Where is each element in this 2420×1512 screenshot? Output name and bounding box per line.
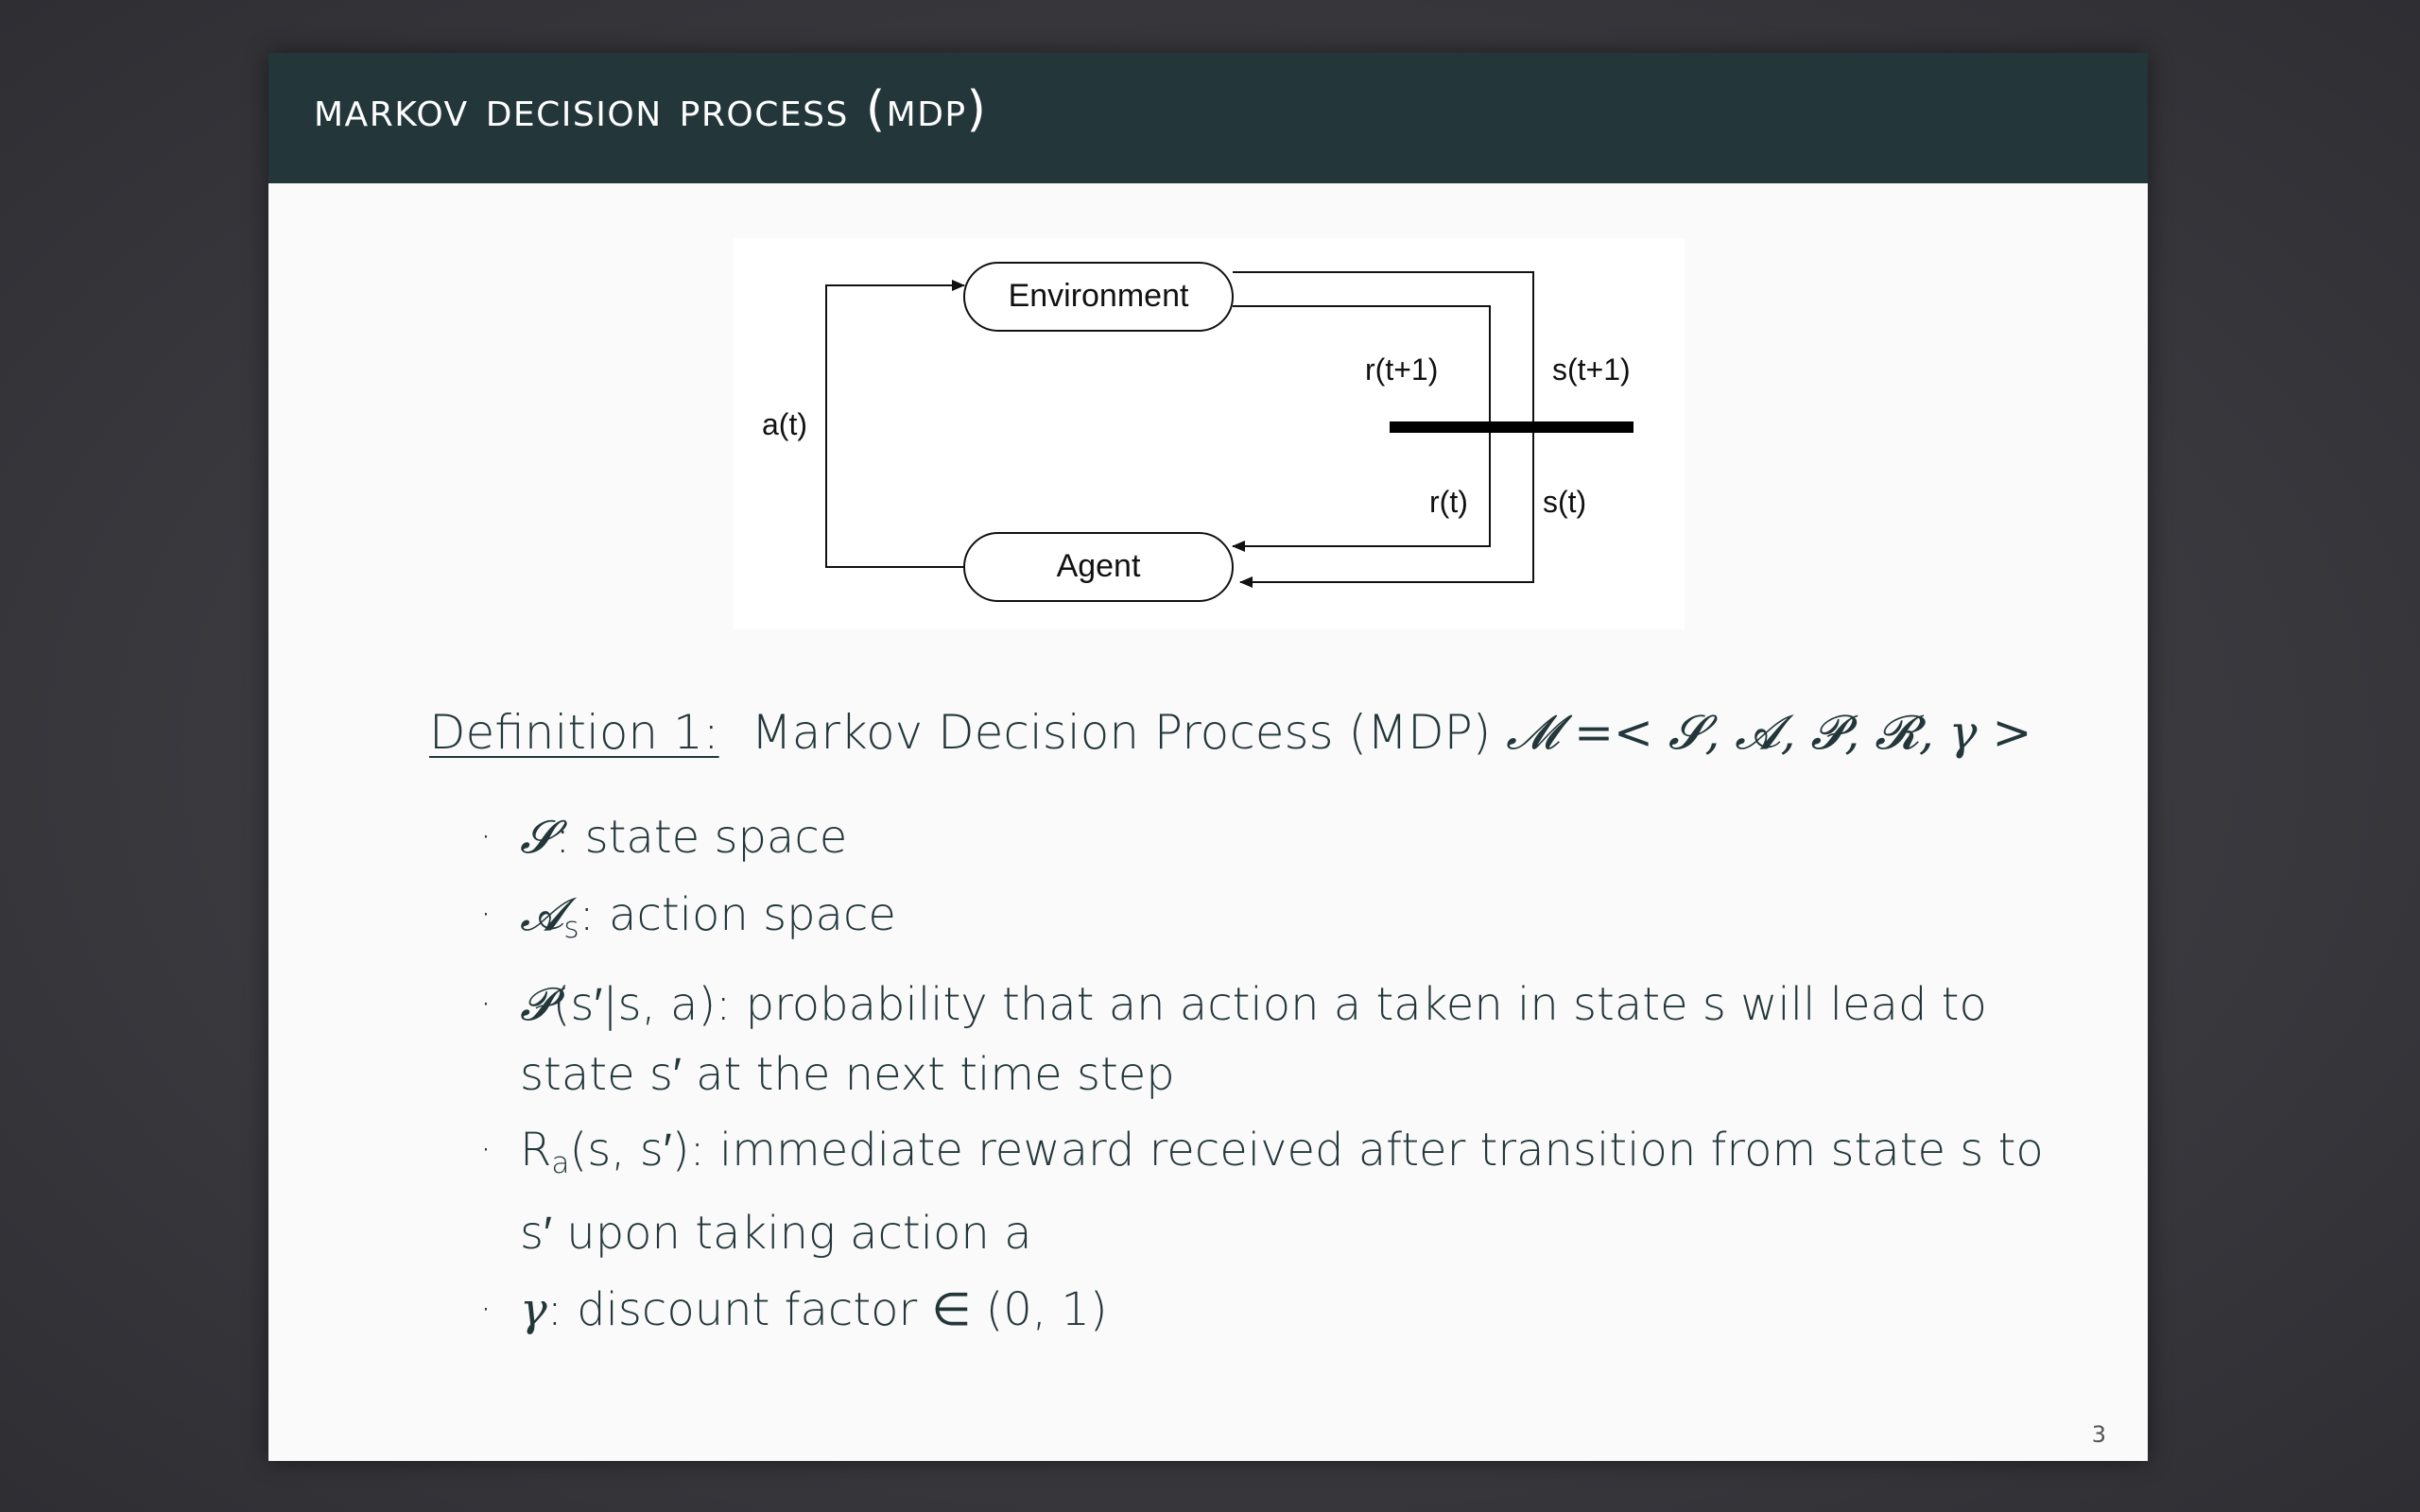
bullet-item-discount-factor: · γ: discount factor ∈ (0, 1) bbox=[476, 1274, 2083, 1346]
bullet-text: (s, s′): immediate reward received after… bbox=[520, 1123, 2044, 1260]
bullet-text: : discount factor ∈ (0, 1) bbox=[546, 1282, 1108, 1336]
mdp-diagram: Environment Agent a(t) r(t+1) s(t+1) r(t… bbox=[734, 238, 1685, 629]
bullet-item-transition-probability: · 𝓟(s′|s, a): probability that an action… bbox=[476, 970, 2083, 1109]
bullet-item-reward: · Ra(s, s′): immediate reward received a… bbox=[476, 1115, 2083, 1268]
action-arrow bbox=[825, 280, 965, 568]
state-label: s(t) bbox=[1543, 485, 1586, 519]
reward-label: r(t) bbox=[1429, 485, 1468, 519]
bullet-symbol: 𝓐 bbox=[520, 888, 564, 941]
definition-bullets: · 𝓢: state space · 𝓐s: action space · 𝓟(… bbox=[476, 801, 2083, 1351]
definition: Definition 1: Markov Decision Process (M… bbox=[429, 705, 2031, 761]
bullet-glyph: · bbox=[479, 893, 493, 936]
agent-label: Agent bbox=[1057, 548, 1141, 584]
page-number: 3 bbox=[2091, 1421, 2106, 1448]
reward-next-label: r(t+1) bbox=[1365, 352, 1438, 387]
bullet-glyph: · bbox=[479, 982, 493, 1026]
bullet-glyph: · bbox=[479, 1127, 493, 1172]
bullet-item-state-space: · 𝓢: state space bbox=[476, 801, 2083, 873]
bullet-symbol: R bbox=[520, 1123, 552, 1177]
environment-label: Environment bbox=[1009, 278, 1189, 314]
bullet-subscript: s bbox=[563, 910, 579, 945]
bullet-text: : state space bbox=[555, 811, 848, 864]
bullet-symbol: 𝓢 bbox=[520, 811, 556, 864]
frame-title-bar: Markov Decision Process (MDP) bbox=[268, 53, 2148, 183]
mdp-diagram-svg: Environment Agent a(t) r(t+1) s(t+1) r(t… bbox=[762, 262, 1634, 602]
state-next-label: s(t+1) bbox=[1552, 352, 1631, 387]
bullet-item-action-space: · 𝓐s: action space bbox=[476, 879, 2083, 964]
bullet-symbol: γ bbox=[520, 1282, 547, 1336]
bullet-text: : action space bbox=[579, 888, 896, 941]
bullet-glyph: · bbox=[479, 816, 493, 859]
slide: Markov Decision Process (MDP) Environmen… bbox=[268, 53, 2148, 1461]
definition-label: Definition 1: bbox=[429, 705, 719, 760]
bullet-glyph: · bbox=[479, 1287, 493, 1332]
bullet-text: (s′|s, a): probability that an action a … bbox=[520, 977, 1987, 1101]
bullet-subscript: a bbox=[551, 1145, 570, 1180]
action-label: a(t) bbox=[762, 407, 807, 441]
frame-title: Markov Decision Process (MDP) bbox=[314, 81, 988, 138]
bullet-symbol: 𝓟 bbox=[520, 977, 553, 1031]
definition-text: Markov Decision Process (MDP) bbox=[751, 705, 1492, 760]
definition-formula: 𝓜 =< 𝓢, 𝓐, 𝓟, 𝓡, γ > bbox=[1506, 705, 2032, 760]
